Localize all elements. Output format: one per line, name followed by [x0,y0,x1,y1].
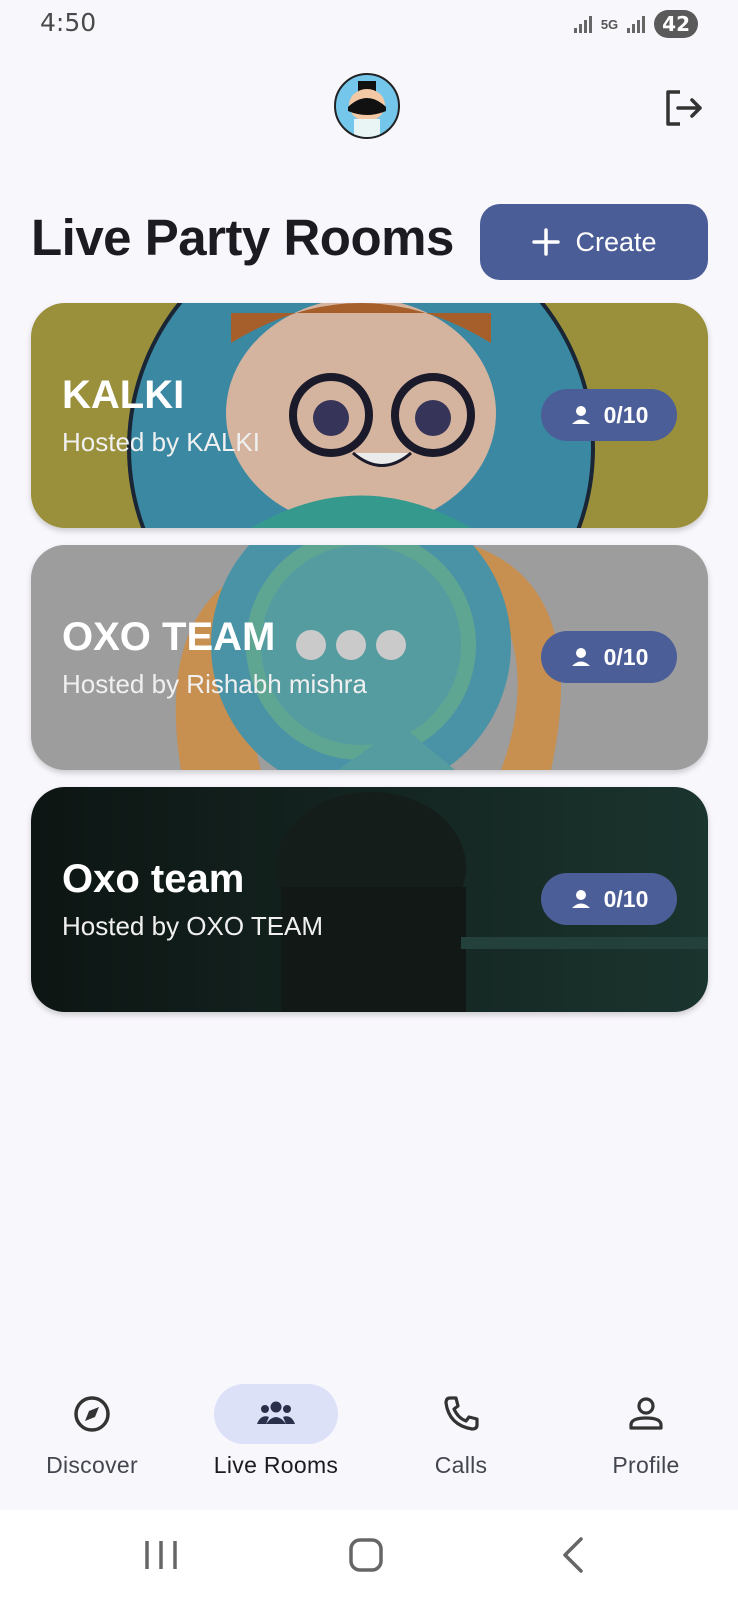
occupancy-count: 0/10 [603,885,649,912]
nav-label: Live Rooms [213,1452,339,1478]
status-icons: 5G 42 [573,10,698,38]
person-icon [571,890,590,908]
room-name: OXO TEAM [62,615,276,659]
room-name: KALKI [62,373,185,417]
room-host: Hosted by KALKI [62,427,260,457]
room-host: Hosted by Rishabh mishra [62,669,367,699]
nav-live-rooms[interactable]: Live Rooms [184,1360,368,1510]
person-icon [629,1397,663,1430]
battery-indicator: 42 [654,10,698,38]
nav-label: Discover [46,1452,138,1478]
occupancy-badge: 0/10 [541,873,677,925]
nav-profile[interactable]: Profile [554,1360,738,1510]
status-bar: 4:50 5G 42 [0,0,738,48]
logout-icon[interactable] [662,86,706,130]
plus-icon [532,228,561,256]
create-button-label: Create [575,226,657,257]
occupancy-count: 0/10 [603,401,649,428]
occupancy-badge: 0/10 [541,389,677,441]
nav-discover[interactable]: Discover [0,1360,184,1510]
signal-icon-2 [627,16,646,33]
network-type: 5G [600,16,619,32]
signal-icon [573,16,592,33]
status-time: 4:50 [40,8,97,37]
room-card-kalki[interactable]: KALKI Hosted by KALKI 0/10 [31,303,708,528]
person-icon [571,406,590,424]
phone-icon [444,1396,479,1431]
room-host: Hosted by OXO TEAM [62,911,324,941]
occupancy-count: 0/10 [603,643,649,670]
bottom-navigation: Discover Live Rooms Calls Profile [0,1360,738,1510]
system-navigation-bar [0,1510,738,1600]
occupancy-badge: 0/10 [541,631,677,683]
nav-label: Calls [434,1452,488,1478]
avatar[interactable] [334,73,400,139]
compass-icon [74,1396,110,1432]
room-card-oxo-team-2[interactable]: Oxo team Hosted by OXO TEAM 0/10 [31,787,708,1012]
back-icon[interactable] [551,1532,597,1578]
group-icon [257,1401,295,1424]
recent-apps-icon[interactable] [138,1532,184,1578]
page-title: Live Party Rooms [31,209,454,266]
person-icon [571,648,590,666]
nav-label: Profile [612,1452,680,1478]
room-name: Oxo team [62,857,245,901]
home-icon[interactable] [343,1532,389,1578]
nav-calls[interactable]: Calls [369,1360,553,1510]
create-room-button[interactable]: Create [480,204,708,280]
avatar-illustration [348,81,386,137]
room-card-oxo-team[interactable]: OXO TEAM Hosted by Rishabh mishra 0/10 [31,545,708,770]
